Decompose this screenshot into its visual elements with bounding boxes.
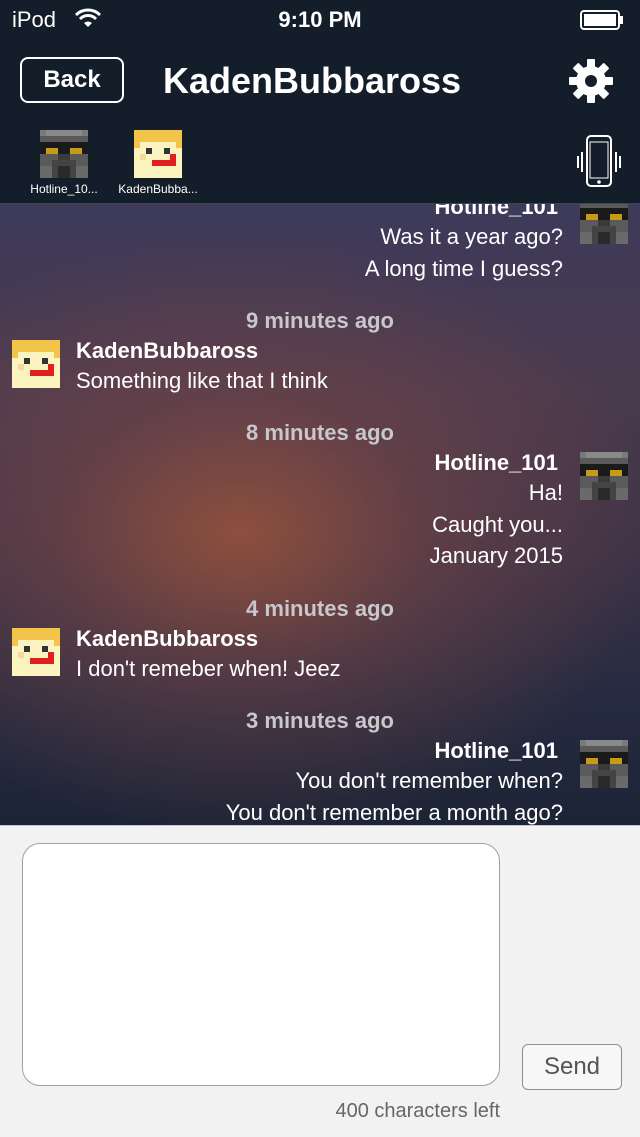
battery-icon [580,10,623,30]
gear-icon[interactable] [568,58,614,104]
chat-area[interactable]: Hotline_101 Was it a year ago? A long ti… [0,204,640,825]
sender-name: Hotline_101 [434,204,559,219]
message-text: January 2015 [429,543,563,568]
participant-hotline[interactable]: Hotline_10... [14,130,114,196]
participant-name: KadenBubba... [118,182,198,196]
vibrate-phone-icon[interactable] [575,134,623,190]
timestamp: 3 minutes ago [246,708,394,733]
message-input[interactable] [22,843,500,1086]
message-composer: Send 400 characters left [0,825,640,1137]
timestamp: 8 minutes ago [246,420,394,445]
dark-helmet-avatar [580,452,628,500]
sender-name: KadenBubbaross [76,338,259,363]
dark-helmet-avatar [580,740,628,788]
sender-name: KadenBubbaross [76,626,259,651]
back-button[interactable]: Back [20,57,124,103]
message-text: I don't remeber when! Jeez [76,656,341,681]
message-text: Ha! [528,480,563,505]
status-time: 9:10 PM [278,7,362,32]
sender-name: Hotline_101 [434,450,559,475]
yellow-face-avatar [12,340,60,388]
dark-helmet-avatar [40,130,88,178]
message-text: You don't remember when? [295,768,563,793]
message-text: A long time I guess? [364,256,563,281]
message-text: Something like that I think [76,368,328,393]
characters-left-label: 400 characters left [335,1100,500,1122]
message-text: You don't remember a month ago? [225,800,563,825]
timestamp: 9 minutes ago [246,308,394,333]
yellow-face-avatar [12,628,60,676]
sender-name: Hotline_101 [434,738,559,763]
send-button[interactable]: Send [522,1044,622,1090]
status-bar: iPod 9:10 PM [0,0,640,40]
message-text: Was it a year ago? [380,224,563,249]
participants-bar: Hotline_10... KadenBubba... [0,122,640,204]
dark-helmet-avatar [580,204,628,244]
nav-bar: Back KadenBubbaross [0,40,640,122]
timestamp: 4 minutes ago [246,596,394,621]
yellow-face-avatar [134,130,182,178]
participant-name: Hotline_10... [30,182,98,196]
page-title: KadenBubbaross [163,60,462,101]
participant-kaden[interactable]: KadenBubba... [108,130,208,196]
message-text: Caught you... [432,512,563,537]
